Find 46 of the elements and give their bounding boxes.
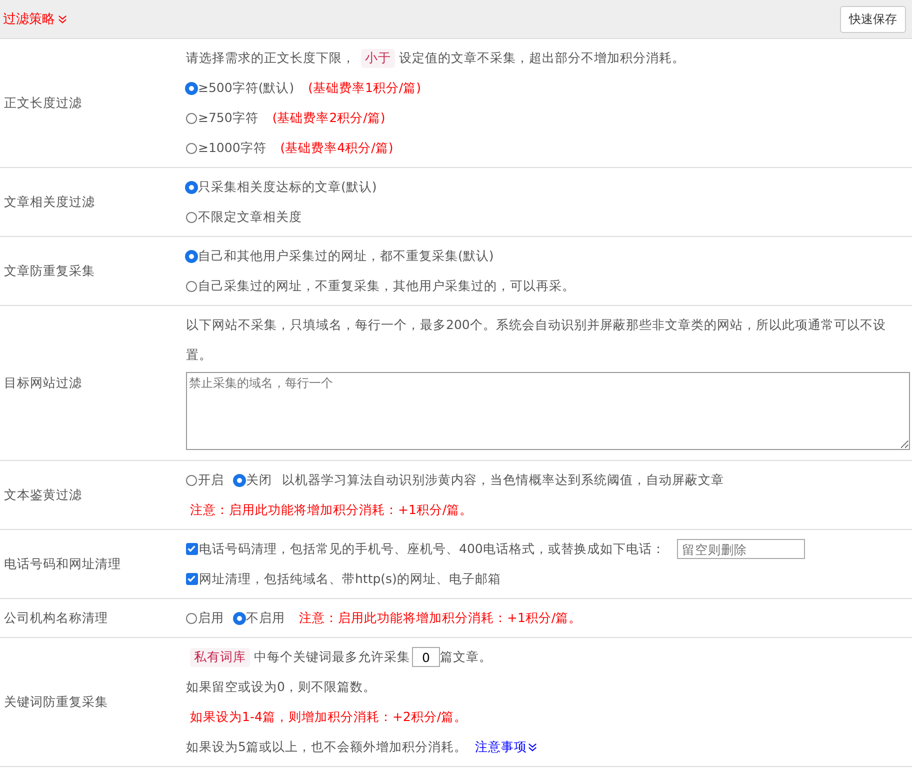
radio-option[interactable]: 启用 bbox=[186, 610, 224, 626]
phone-input-field[interactable]: 留空则删除 bbox=[676, 539, 805, 559]
checkbox-option[interactable]: 电话号码清理，包括常见的手机号、座机号、400电话格式，或替换成如下电话： bbox=[186, 540, 665, 558]
checkbox-option[interactable]: 网址清理，包括纯域名、带http(s)的网址、电子邮箱 bbox=[186, 570, 501, 588]
checkmark-icon bbox=[186, 543, 197, 554]
description-text: 请选择需求的正文长度下限， bbox=[186, 50, 355, 66]
row-label: 电话号码和网址清理 bbox=[4, 556, 121, 572]
chevron-down-icon bbox=[58, 14, 67, 24]
radio-option[interactable]: ≥1000字符 bbox=[186, 140, 266, 156]
quick-save-button[interactable]: 快速保存 bbox=[840, 6, 906, 32]
row-label: 公司机构名称清理 bbox=[4, 610, 108, 626]
highlight-tag: 私有词库 bbox=[190, 648, 250, 666]
radio-option[interactable]: 关闭 bbox=[234, 472, 272, 488]
description-text: 如果留空或设为0，则不限篇数。 bbox=[186, 678, 376, 696]
row-label: 目标网站过滤 bbox=[4, 374, 82, 392]
radio-option[interactable]: ≥750字符 bbox=[186, 110, 258, 126]
cost-note: 注意：启用此功能将增加积分消耗：+1积分/篇。 bbox=[299, 610, 582, 626]
cost-note: (基础费率4积分/篇) bbox=[280, 140, 394, 156]
checkmark-icon bbox=[186, 573, 197, 584]
cost-note: (基础费率2积分/篇) bbox=[272, 110, 386, 126]
row-label: 正文长度过滤 bbox=[4, 94, 82, 112]
description-text: 以机器学习算法自动识别涉黄内容，当色情概率达到系统阈值，自动屏蔽文章 bbox=[282, 472, 724, 488]
description-text: 中每个关键词最多允许采集 bbox=[254, 648, 410, 666]
radio-option[interactable]: 只采集相关度达标的文章(默认) bbox=[186, 178, 377, 196]
cost-note: 注意：启用此功能将增加积分消耗：+1积分/篇。 bbox=[190, 502, 473, 518]
description-text: 篇文章。 bbox=[440, 648, 492, 666]
description-text: 如果设为5篇或以上，也不会额外增加积分消耗。 bbox=[186, 738, 467, 756]
radio-option[interactable]: 自己和其他用户采集过的网址，都不重复采集(默认) bbox=[186, 248, 494, 264]
row-label: 文本鉴黄过滤 bbox=[4, 486, 82, 504]
radio-option[interactable]: 自己采集过的网址，不重复采集，其他用户采集过的，可以再采。 bbox=[186, 278, 575, 294]
highlight-tag: 小于 bbox=[361, 48, 395, 68]
description-text: 设定值的文章不采集，超出部分不增加积分消耗。 bbox=[399, 50, 685, 66]
radio-option[interactable]: 开启 bbox=[186, 472, 224, 488]
row-label: 文章防重复采集 bbox=[4, 262, 95, 280]
count-input-field[interactable]: 0 bbox=[412, 647, 440, 667]
row-label: 文章相关度过滤 bbox=[4, 194, 95, 210]
description-text: 以下网站不采集，只填域名，每行一个，最多200个。系统会自动识别并屏蔽那些非文章类的网站，所以此项通常可以不设置。 bbox=[186, 316, 887, 364]
radio-option[interactable]: 不限定文章相关度 bbox=[186, 208, 302, 226]
row-label: 关键词防重复采集 bbox=[4, 694, 108, 710]
radio-option[interactable]: ≥500字符(默认) bbox=[186, 80, 294, 96]
notes-link[interactable]: 注意事项 bbox=[474, 738, 537, 756]
chevron-down-icon bbox=[528, 742, 537, 752]
radio-option[interactable]: 不启用 bbox=[234, 610, 285, 626]
domain-textarea[interactable]: 禁止采集的域名，每行一个 bbox=[186, 372, 910, 450]
cost-note: (基础费率1积分/篇) bbox=[308, 80, 422, 96]
cost-note: 如果设为1-4篇，则增加积分消耗：+2积分/篇。 bbox=[190, 708, 468, 726]
